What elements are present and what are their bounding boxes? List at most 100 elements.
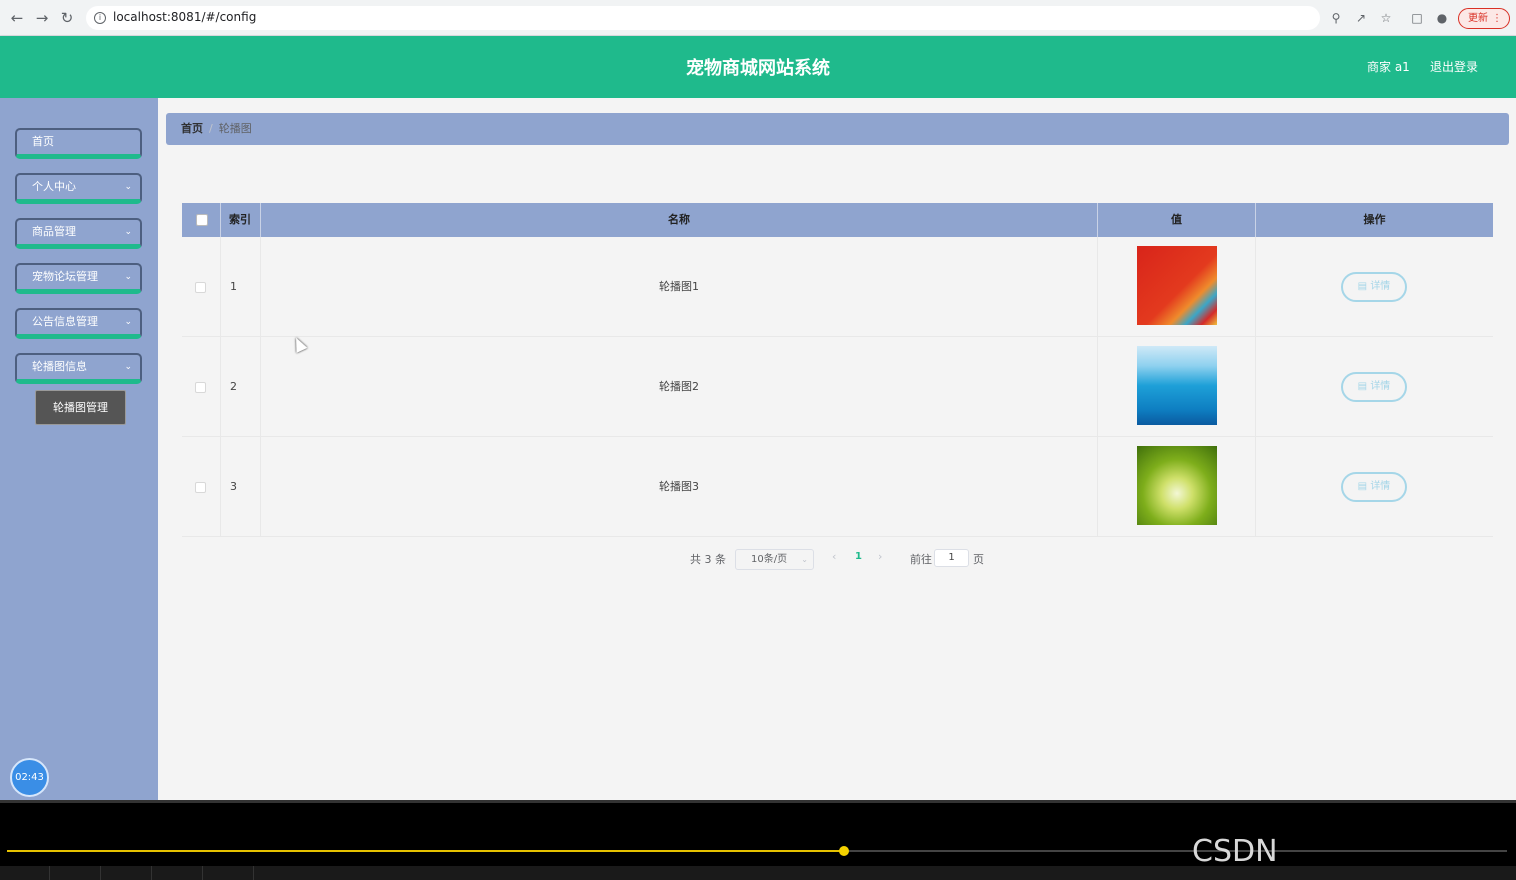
- sidebar-item-label: 公告信息管理: [32, 315, 98, 328]
- select-all-cell: [182, 203, 221, 237]
- detail-label: 详情: [1370, 381, 1391, 392]
- carousel-image[interactable]: [1137, 446, 1217, 525]
- sidebar-item-profile[interactable]: 个人中心 ⌄: [15, 173, 142, 204]
- address-bar[interactable]: i localhost:8081/#/config: [86, 6, 1320, 30]
- row-checkbox[interactable]: [195, 382, 206, 393]
- breadcrumb-separator: /: [209, 122, 213, 135]
- app-title: 宠物商城网站系统: [686, 58, 830, 79]
- row-value-cell: [1098, 237, 1256, 337]
- player-control-slot[interactable]: [51, 866, 101, 880]
- progress-knob[interactable]: [839, 846, 849, 856]
- goto-label: 前往: [910, 553, 932, 566]
- sidebar-item-label: 商品管理: [32, 225, 76, 238]
- page-size-select[interactable]: 10条/页 ⌄: [735, 549, 814, 570]
- table-row: 1 轮播图1 ▤ 详情: [182, 237, 1493, 337]
- player-control-slot[interactable]: [204, 866, 254, 880]
- row-action-cell: ▤ 详情: [1256, 237, 1493, 337]
- url-text[interactable]: localhost:8081/#/config: [113, 10, 256, 24]
- row-value-cell: [1098, 337, 1256, 437]
- row-name: 轮播图1: [261, 237, 1098, 337]
- browser-toolbar: ← → ↻ i localhost:8081/#/config ⚲ ↗ ☆ □ …: [0, 0, 1516, 36]
- submenu-item-carousel-manage[interactable]: 轮播图管理: [35, 390, 126, 425]
- profile-icon[interactable]: ●: [1434, 10, 1450, 26]
- row-name: 轮播图3: [261, 437, 1098, 537]
- row-checkbox-cell: [182, 237, 221, 337]
- more-menu-icon: ⋮: [1492, 13, 1502, 24]
- update-label: 更新: [1468, 13, 1488, 24]
- breadcrumb-current: 轮播图: [218, 122, 252, 135]
- detail-button[interactable]: ▤ 详情: [1341, 272, 1407, 302]
- video-player-bar: CSDN @qq_811517515: [0, 800, 1516, 880]
- timer-badge: 02:43: [10, 758, 49, 797]
- progress-played: [7, 850, 844, 852]
- data-table: 索引 名称 值 操作 1 轮播图1 ▤ 详情 2 轮播图2 ▤ 详情 3 轮播图…: [182, 203, 1493, 539]
- player-control-slot[interactable]: [0, 866, 50, 880]
- sidebar-item-label: 宠物论坛管理: [32, 270, 98, 283]
- player-top-strip: [0, 800, 1516, 803]
- column-header-value: 值: [1098, 203, 1256, 237]
- row-index: 2: [221, 337, 261, 437]
- player-control-slot[interactable]: [102, 866, 152, 880]
- row-checkbox[interactable]: [195, 282, 206, 293]
- detail-label: 详情: [1370, 481, 1391, 492]
- select-all-checkbox[interactable]: [196, 214, 208, 226]
- update-button[interactable]: 更新 ⋮: [1458, 8, 1510, 29]
- detail-button[interactable]: ▤ 详情: [1341, 372, 1407, 402]
- sidebar-item-forum[interactable]: 宠物论坛管理 ⌄: [15, 263, 142, 294]
- player-control-slot[interactable]: [153, 866, 203, 880]
- pagination: 共 3 条 10条/页 ⌄ ‹ 1 › 前往 1 页: [158, 549, 1516, 570]
- page-number-current[interactable]: 1: [855, 551, 862, 562]
- carousel-image[interactable]: [1137, 346, 1217, 425]
- row-checkbox-cell: [182, 337, 221, 437]
- row-action-cell: ▤ 详情: [1256, 337, 1493, 437]
- reload-icon[interactable]: ↻: [58, 9, 76, 27]
- sidebar-item-notices[interactable]: 公告信息管理 ⌄: [15, 308, 142, 339]
- chevron-down-icon: ⌄: [124, 317, 132, 327]
- breadcrumb: 首页 / 轮播图: [166, 113, 1509, 145]
- side-panel-icon[interactable]: □: [1409, 10, 1425, 26]
- prev-page-icon[interactable]: ‹: [832, 550, 836, 563]
- sidebar-item-label: 轮播图信息: [32, 360, 87, 373]
- next-page-icon[interactable]: ›: [878, 550, 882, 563]
- chevron-down-icon: ⌄: [801, 555, 808, 564]
- chevron-down-icon: ⌄: [124, 182, 132, 192]
- column-header-index: 索引: [221, 203, 261, 237]
- row-index: 1: [221, 237, 261, 337]
- forward-arrow-icon[interactable]: →: [33, 9, 51, 27]
- sidebar: 首页 个人中心 ⌄ 商品管理 ⌄ 宠物论坛管理 ⌄ 公告信息管理 ⌄ 轮播图信息…: [0, 98, 158, 800]
- chevron-down-icon: ⌄: [124, 227, 132, 237]
- carousel-image[interactable]: [1137, 246, 1217, 325]
- back-arrow-icon[interactable]: ←: [8, 9, 26, 27]
- breadcrumb-home[interactable]: 首页: [181, 122, 203, 135]
- sidebar-item-label: 首页: [32, 135, 54, 148]
- row-index: 3: [221, 437, 261, 537]
- app-header: 宠物商城网站系统 商家 a1 退出登录: [0, 36, 1516, 98]
- current-user: 商家 a1: [1367, 60, 1410, 74]
- row-checkbox-cell: [182, 437, 221, 537]
- share-icon[interactable]: ↗: [1353, 10, 1369, 26]
- table-row: 2 轮播图2 ▤ 详情: [182, 337, 1493, 437]
- column-header-action: 操作: [1363, 213, 1386, 226]
- table-header: 索引 名称 值 操作: [182, 203, 1493, 237]
- row-value-cell: [1098, 437, 1256, 537]
- logout-link[interactable]: 退出登录: [1430, 58, 1478, 75]
- detail-button[interactable]: ▤ 详情: [1341, 472, 1407, 502]
- detail-label: 详情: [1370, 281, 1391, 292]
- row-action-cell: ▤ 详情: [1256, 437, 1493, 537]
- table-row: 3 轮播图3 ▤ 详情: [182, 437, 1493, 537]
- column-header-name: 名称: [261, 203, 1098, 237]
- row-name: 轮播图2: [261, 337, 1098, 437]
- goto-page-input[interactable]: 1: [934, 549, 969, 567]
- sidebar-item-home[interactable]: 首页: [15, 128, 142, 159]
- main-content: 首页 / 轮播图 索引 名称 值 操作 1 轮播图1 ▤ 详情 2 轮播图2 ▤…: [158, 98, 1516, 800]
- site-info-icon[interactable]: i: [94, 12, 106, 24]
- star-icon[interactable]: ☆: [1378, 10, 1394, 26]
- chevron-down-icon: ⌄: [124, 272, 132, 282]
- sidebar-item-products[interactable]: 商品管理 ⌄: [15, 218, 142, 249]
- goto-unit-label: 页: [973, 553, 984, 566]
- chevron-down-icon: ⌄: [124, 362, 132, 372]
- sidebar-item-carousel[interactable]: 轮播图信息 ⌄: [15, 353, 142, 384]
- key-icon[interactable]: ⚲: [1328, 10, 1344, 26]
- row-checkbox[interactable]: [195, 482, 206, 493]
- pagination-total: 共 3 条: [690, 553, 726, 566]
